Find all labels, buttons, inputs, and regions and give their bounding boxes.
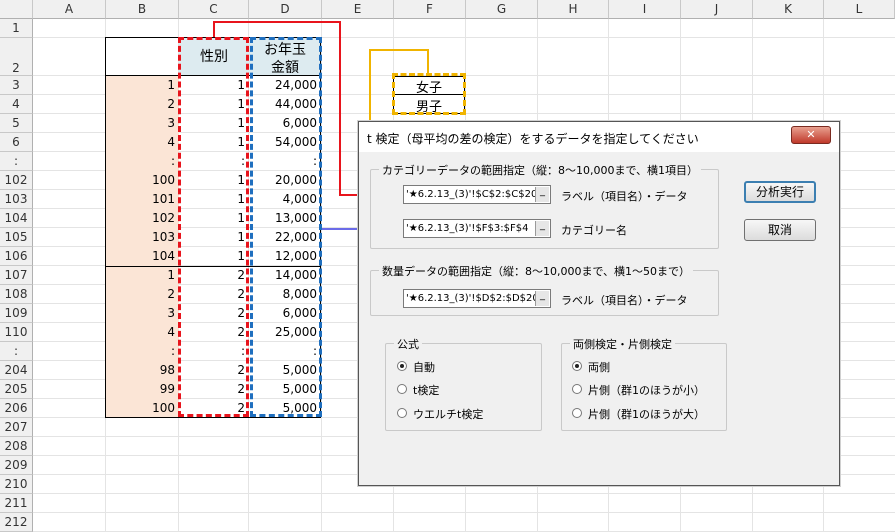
- tails-upper-label[interactable]: 片側（群1のほうが大）: [588, 406, 705, 422]
- tails-lower-label[interactable]: 片側（群1のほうが小）: [588, 382, 705, 398]
- numeric-ref-label: ラベル（項目名）・データ: [561, 294, 688, 307]
- category-ref-picker-button[interactable]: _: [535, 187, 549, 202]
- category-name-label: カテゴリー名: [561, 224, 627, 237]
- category-range-group-label: カテゴリーデータの範囲指定（縦：8～10,000まで、横1項目）: [379, 162, 702, 178]
- dialog-titlebar[interactable]: t 検定（母平均の差の検定）をするデータを指定してください ✕: [359, 122, 839, 152]
- formula-auto-label[interactable]: 自動: [413, 359, 435, 375]
- category-name-input[interactable]: '★6.2.13_(3)'!$F$3:$F$4 _: [403, 219, 551, 238]
- category-ref-label: ラベル（項目名）・データ: [561, 190, 688, 203]
- category-ref-input[interactable]: '★6.2.13_(3)'!$C$2:$C$206 _: [403, 185, 551, 204]
- close-button[interactable]: ✕: [791, 126, 831, 144]
- formula-welch-label[interactable]: ウエルチt検定: [413, 406, 483, 422]
- category-name-value: '★6.2.13_(3)'!$F$3:$F$4: [406, 223, 529, 234]
- formula-group-label: 公式: [394, 336, 422, 352]
- formula-ttest-label[interactable]: t検定: [413, 382, 439, 398]
- tails-lower-radio[interactable]: [572, 384, 582, 394]
- close-icon: ✕: [806, 128, 816, 141]
- numeric-ref-picker-button[interactable]: _: [535, 291, 549, 306]
- tails-upper-radio[interactable]: [572, 408, 582, 418]
- formula-welch-radio[interactable]: [397, 408, 407, 418]
- cancel-button[interactable]: 取消: [744, 219, 816, 241]
- tails-two-sided-radio[interactable]: [572, 361, 582, 371]
- numeric-ref-input[interactable]: '★6.2.13_(3)'!$D$2:$D$206 _: [403, 289, 551, 308]
- category-name-picker-button[interactable]: _: [535, 221, 549, 236]
- dialog-title: t 検定（母平均の差の検定）をするデータを指定してください: [367, 132, 699, 146]
- category-ref-value: '★6.2.13_(3)'!$C$2:$C$206: [406, 189, 544, 200]
- run-analysis-button[interactable]: 分析実行: [744, 181, 816, 203]
- tails-group-label: 両側検定・片側検定: [570, 336, 675, 352]
- formula-auto-radio[interactable]: [397, 361, 407, 371]
- formula-ttest-radio[interactable]: [397, 384, 407, 394]
- ttest-dialog: t 検定（母平均の差の検定）をするデータを指定してください ✕ カテゴリーデータ…: [358, 121, 840, 486]
- numeric-range-group-label: 数量データの範囲指定（縦：8～10,000まで、横1～50まで）: [379, 263, 694, 279]
- numeric-ref-value: '★6.2.13_(3)'!$D$2:$D$206: [406, 293, 546, 304]
- tails-two-sided-label[interactable]: 両側: [588, 359, 610, 375]
